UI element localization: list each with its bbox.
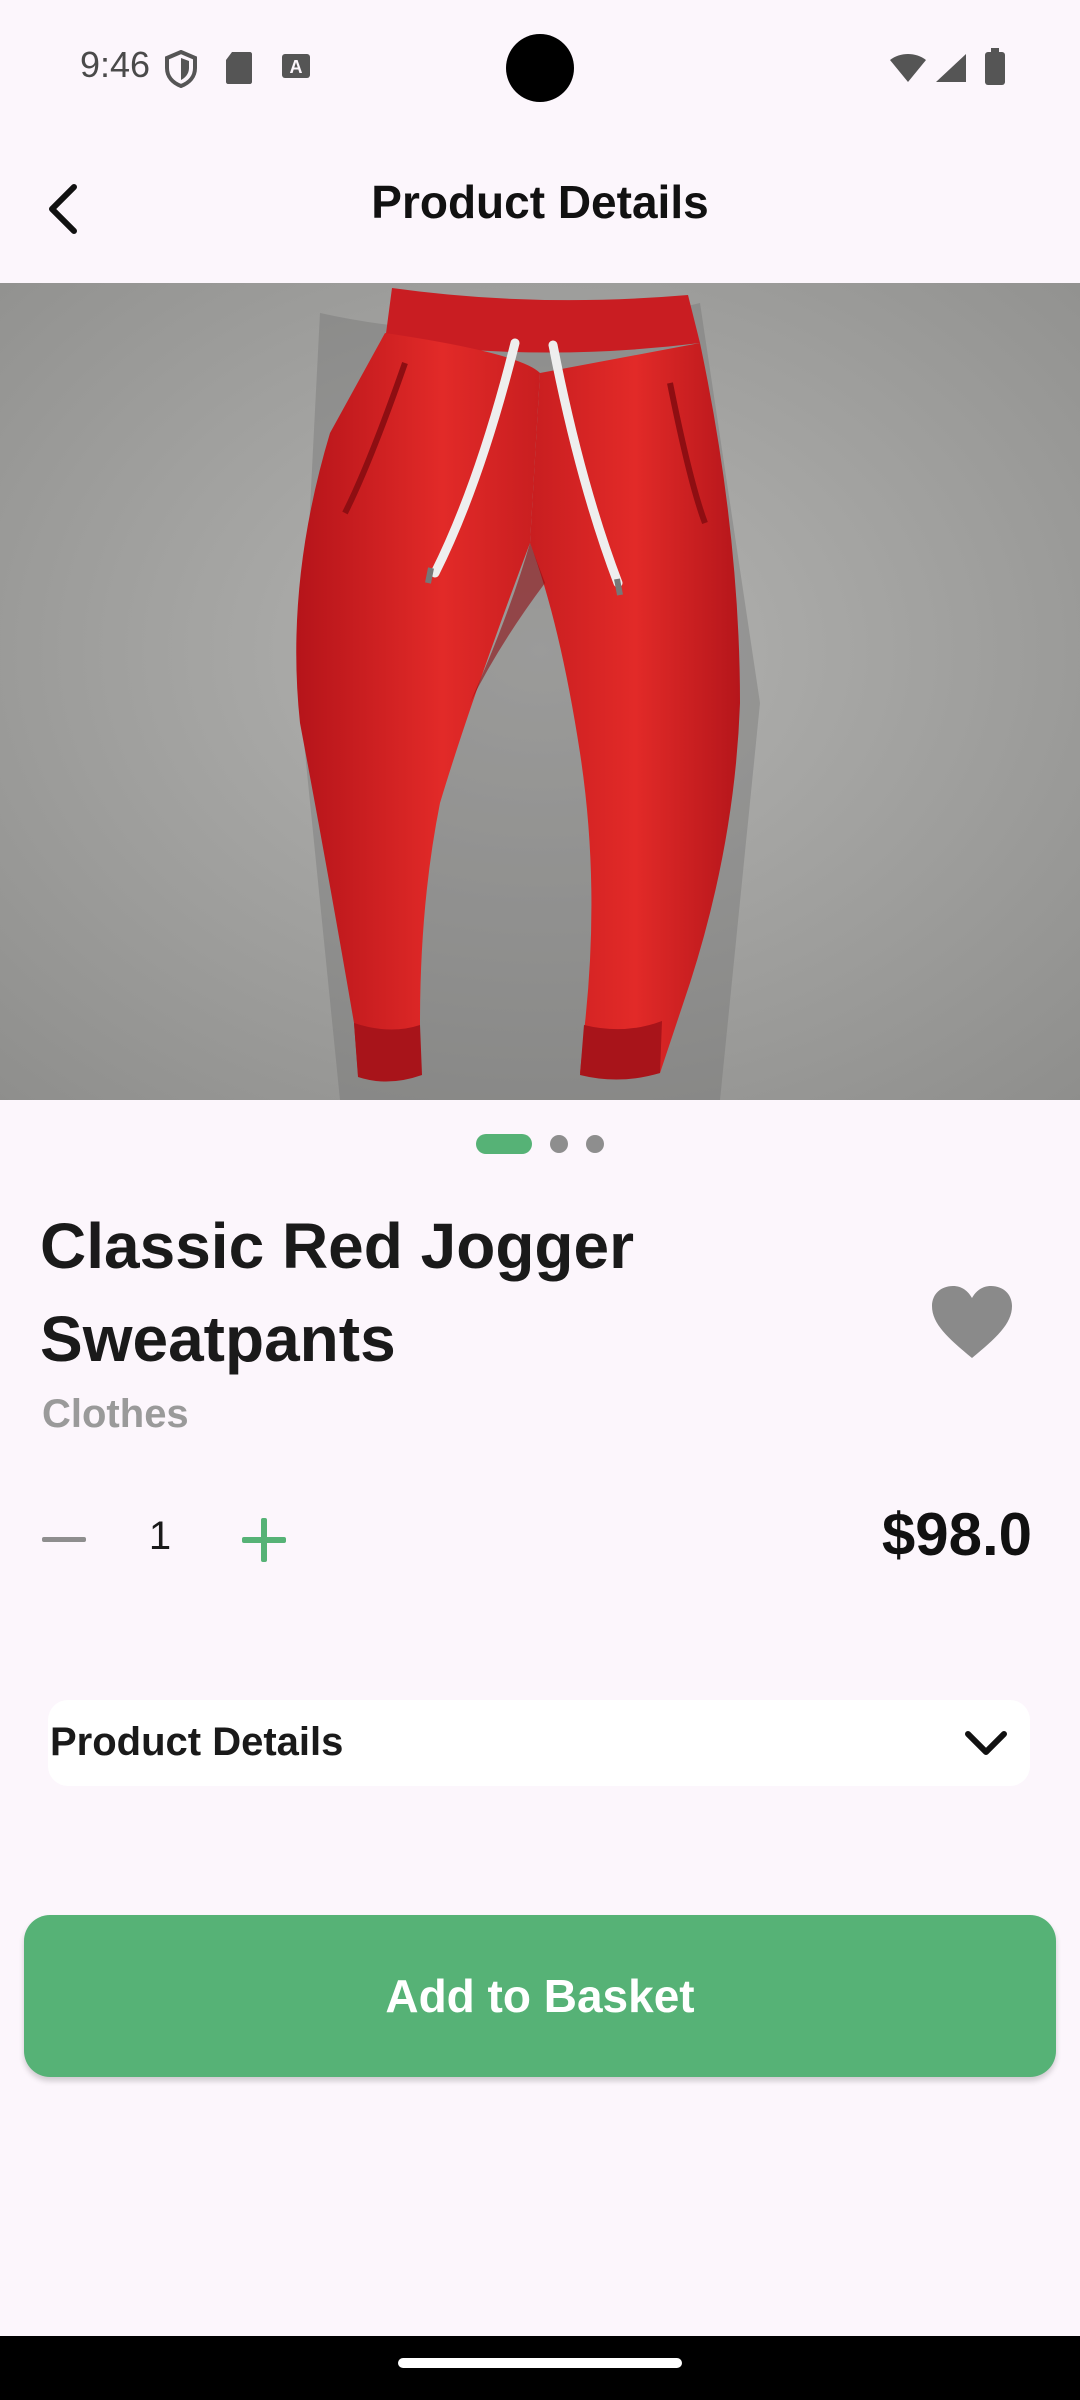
front-camera: [506, 34, 574, 102]
status-bar: 9:46 A: [0, 0, 1080, 135]
increase-quantity-button[interactable]: [236, 1512, 292, 1568]
status-time: 9:46: [80, 44, 151, 85]
keyboard-a-icon: A: [280, 50, 312, 87]
product-details-accordion[interactable]: Product Details: [48, 1700, 1030, 1786]
chevron-down-icon: [962, 1722, 1010, 1766]
plus-icon: [242, 1518, 286, 1562]
carousel-dot[interactable]: [550, 1135, 568, 1153]
red-jogger-photo: [0, 283, 1080, 1100]
minus-icon: [42, 1537, 86, 1542]
decrease-quantity-button[interactable]: [36, 1518, 92, 1562]
product-category: Clothes: [42, 1392, 189, 1436]
product-price: $98.0: [881, 1501, 1032, 1568]
product-image[interactable]: [0, 283, 1080, 1100]
signal-icon: [934, 52, 968, 89]
app-header: Product Details: [0, 135, 1080, 283]
favorite-button[interactable]: [928, 1282, 1016, 1362]
system-navigation-bar: [0, 2336, 1080, 2400]
quantity-price-row: 1 $98.0: [0, 1500, 1080, 1580]
home-indicator[interactable]: [398, 2358, 682, 2368]
product-details-label: Product Details: [50, 1720, 344, 1764]
battery-icon: [984, 48, 1006, 91]
product-title: Classic Red Jogger Sweatpants: [40, 1210, 634, 1375]
wifi-icon: [888, 52, 928, 89]
image-carousel-indicator: [0, 1133, 1080, 1155]
quantity-value: 1: [148, 1514, 172, 1558]
add-to-basket-button[interactable]: Add to Basket: [24, 1915, 1056, 2077]
svg-text:A: A: [290, 57, 303, 77]
heart-icon: [932, 1286, 1012, 1358]
page-title: Product Details: [371, 176, 709, 228]
shield-icon: [164, 49, 198, 93]
carousel-dot-active[interactable]: [476, 1134, 532, 1154]
sd-card-icon: [224, 50, 254, 91]
add-to-basket-label: Add to Basket: [385, 1970, 695, 2022]
carousel-dot[interactable]: [586, 1135, 604, 1153]
